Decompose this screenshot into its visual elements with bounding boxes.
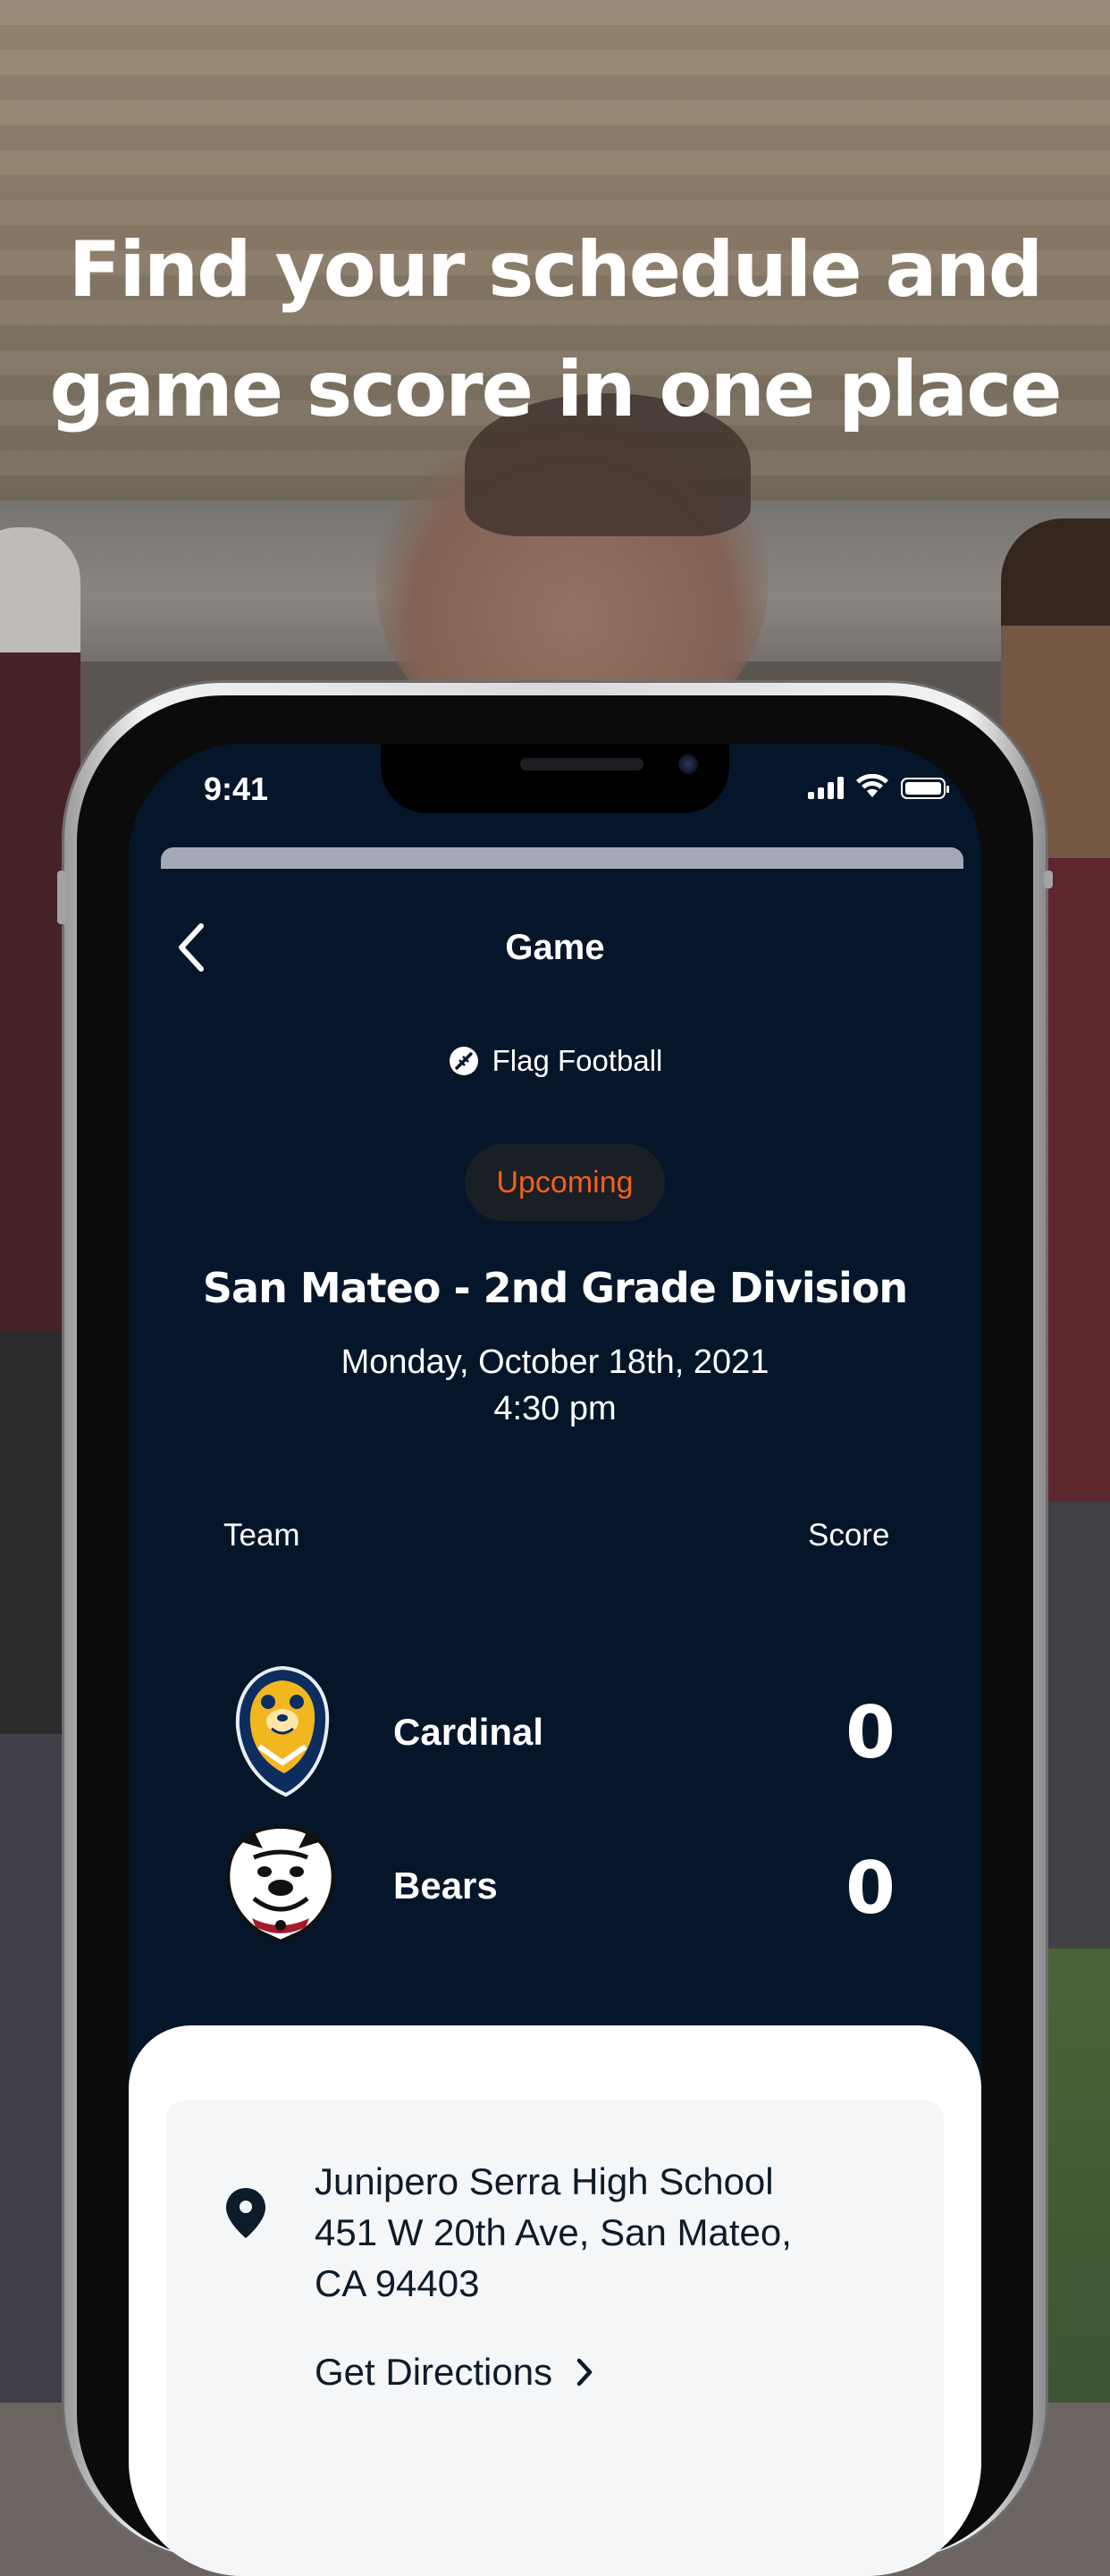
sport-name: Flag Football <box>492 1044 663 1077</box>
team-column-header: Team <box>223 1518 300 1553</box>
location-address: Junipero Serra High School 451 W 20th Av… <box>315 2156 887 2309</box>
chevron-right-icon <box>576 2358 593 2387</box>
phone-frame: 9:41 Game Flag Football Upcoming San Mat… <box>57 683 1053 2576</box>
get-directions-link[interactable]: Get Directions <box>315 2351 593 2394</box>
headline-line-1: Find your schedule and <box>68 225 1044 315</box>
team-score: 0 <box>845 1847 896 1930</box>
status-icons <box>808 774 949 799</box>
street-address: 451 W 20th Ave, San Mateo, <box>315 2211 792 2253</box>
team-name: Cardinal <box>393 1711 544 1753</box>
team-row-bears[interactable]: Bears 0 <box>129 1822 981 1965</box>
location-card[interactable]: Junipero Serra High School 451 W 20th Av… <box>166 2100 944 2576</box>
bulldog-logo-icon <box>226 1824 335 1944</box>
app-screen: 9:41 Game Flag Football Upcoming San Mat… <box>129 744 981 2576</box>
marketing-headline: Find your schedule and game score in one… <box>0 210 1110 450</box>
battery-icon <box>901 778 949 799</box>
division-title: San Mateo - 2nd Grade Division <box>202 1264 908 1312</box>
venue-name: Junipero Serra High School <box>315 2160 774 2202</box>
phone-notch <box>381 744 729 813</box>
cellular-signal-icon <box>808 776 844 799</box>
wifi-icon <box>856 774 888 797</box>
team-row-cardinal[interactable]: Cardinal 0 <box>129 1664 981 1807</box>
phone-bezel: 9:41 Game Flag Football Upcoming San Mat… <box>77 695 1033 2576</box>
sheet-grabber[interactable] <box>161 847 963 869</box>
sport-label: Flag Football <box>129 1044 981 1078</box>
score-column-header: Score <box>808 1518 890 1553</box>
bear-logo-icon <box>235 1665 330 1797</box>
team-score: 0 <box>845 1691 896 1774</box>
map-pin-icon <box>226 2188 265 2238</box>
team-name: Bears <box>393 1865 498 1907</box>
phone-power-button <box>1044 871 1053 888</box>
page-title: Game <box>505 928 605 967</box>
get-directions-label: Get Directions <box>315 2351 553 2393</box>
city-state-zip: CA 94403 <box>315 2262 480 2304</box>
game-datetime: Monday, October 18th, 2021 4:30 pm <box>129 1339 981 1432</box>
status-time: 9:41 <box>204 770 269 807</box>
camera-icon <box>678 754 698 774</box>
football-icon <box>449 1047 478 1075</box>
location-sheet: Junipero Serra High School 451 W 20th Av… <box>129 2025 981 2576</box>
game-time: 4:30 pm <box>493 1390 617 1427</box>
speaker-grille <box>520 758 643 770</box>
game-date: Monday, October 18th, 2021 <box>341 1343 769 1381</box>
status-badge: Upcoming <box>465 1144 665 1221</box>
phone-silent-switch <box>57 871 66 924</box>
headline-line-2: game score in one place <box>49 345 1063 434</box>
